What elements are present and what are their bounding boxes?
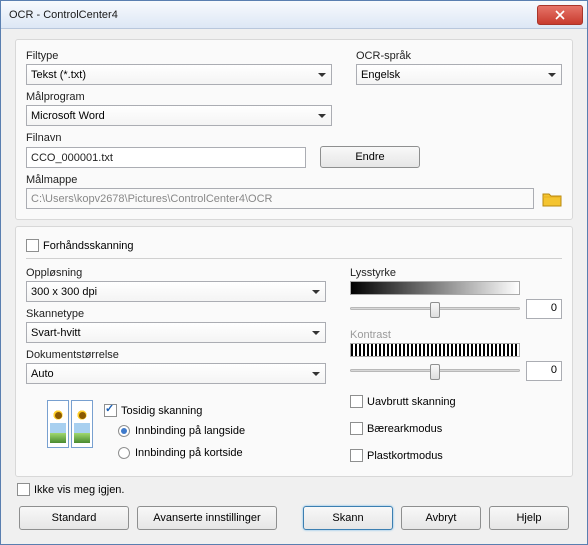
prescan-check-icon <box>26 239 39 252</box>
resolution-label: Oppløsning <box>26 267 326 279</box>
dontshow-checkbox[interactable]: Ikke vis meg igjen. <box>17 483 573 496</box>
scan-button[interactable]: Skann <box>303 506 393 530</box>
prescan-checkbox[interactable]: Forhåndsskanning <box>26 239 562 252</box>
brightness-label: Lysstyrke <box>350 267 562 279</box>
duplex-check-icon <box>104 404 117 417</box>
check-icon <box>350 449 363 462</box>
filename-label: Filnavn <box>26 132 562 144</box>
change-button[interactable]: Endre <box>320 146 420 168</box>
window-title: OCR - ControlCenter4 <box>9 9 537 21</box>
close-button[interactable] <box>537 5 583 25</box>
docsize-label: Dokumentstørrelse <box>26 349 326 361</box>
resolution-select[interactable]: 300 x 300 dpi <box>26 281 326 302</box>
brightness-slider[interactable] <box>350 300 520 318</box>
bind-longside-radio[interactable]: Innbinding på langside <box>118 425 245 437</box>
button-bar: Standard Avanserte innstillinger Skann A… <box>15 500 573 530</box>
targetfolder-label: Målmappe <box>26 174 562 186</box>
file-panel: Filtype Tekst (*.txt) OCR-språk Engelsk … <box>15 39 573 220</box>
filetype-label: Filtype <box>26 50 332 62</box>
ocrlang-select[interactable]: Engelsk <box>356 64 562 85</box>
divider <box>26 258 562 259</box>
filetype-select[interactable]: Tekst (*.txt) <box>26 64 332 85</box>
filename-input[interactable]: CCO_000001.txt <box>26 147 306 168</box>
continuous-checkbox[interactable]: Uavbrutt skanning <box>350 395 562 408</box>
close-icon <box>555 10 565 20</box>
plastic-checkbox[interactable]: Plastkortmodus <box>350 449 562 462</box>
check-icon <box>350 395 363 408</box>
default-button[interactable]: Standard <box>19 506 129 530</box>
contrast-pattern <box>350 343 520 357</box>
help-button[interactable]: Hjelp <box>489 506 569 530</box>
folder-icon[interactable] <box>542 191 562 207</box>
radio-icon <box>118 447 130 459</box>
check-icon <box>350 422 363 435</box>
duplex-checkbox[interactable]: Tosidig skanning <box>104 404 245 417</box>
targetfolder-input: C:\Users\kopv2678\Pictures\ControlCenter… <box>26 188 534 209</box>
brightness-value[interactable]: 0 <box>526 299 562 319</box>
scan-panel: Forhåndsskanning Oppløsning 300 x 300 dp… <box>15 226 573 477</box>
docsize-select[interactable]: Auto <box>26 363 326 384</box>
duplex-area: Tosidig skanning Innbinding på langside … <box>26 400 326 463</box>
targetprog-label: Målprogram <box>26 91 562 103</box>
targetprog-select[interactable]: Microsoft Word <box>26 105 332 126</box>
contrast-slider[interactable] <box>350 362 520 380</box>
titlebar: OCR - ControlCenter4 <box>1 1 587 29</box>
duplex-preview-icon <box>46 400 94 452</box>
ocrlang-label: OCR-språk <box>356 50 562 62</box>
carrier-checkbox[interactable]: Bærearkmodus <box>350 422 562 435</box>
cancel-button[interactable]: Avbryt <box>401 506 481 530</box>
check-icon <box>17 483 30 496</box>
dialog-window: OCR - ControlCenter4 Filtype Tekst (*.tx… <box>0 0 588 545</box>
scantype-select[interactable]: Svart-hvitt <box>26 322 326 343</box>
brightness-gradient <box>350 281 520 295</box>
bind-shortside-radio[interactable]: Innbinding på kortside <box>118 447 245 459</box>
advanced-button[interactable]: Avanserte innstillinger <box>137 506 277 530</box>
scantype-label: Skannetype <box>26 308 326 320</box>
contrast-value[interactable]: 0 <box>526 361 562 381</box>
contrast-label: Kontrast <box>350 329 562 341</box>
dialog-content: Filtype Tekst (*.txt) OCR-språk Engelsk … <box>1 29 587 538</box>
radio-icon <box>118 425 130 437</box>
